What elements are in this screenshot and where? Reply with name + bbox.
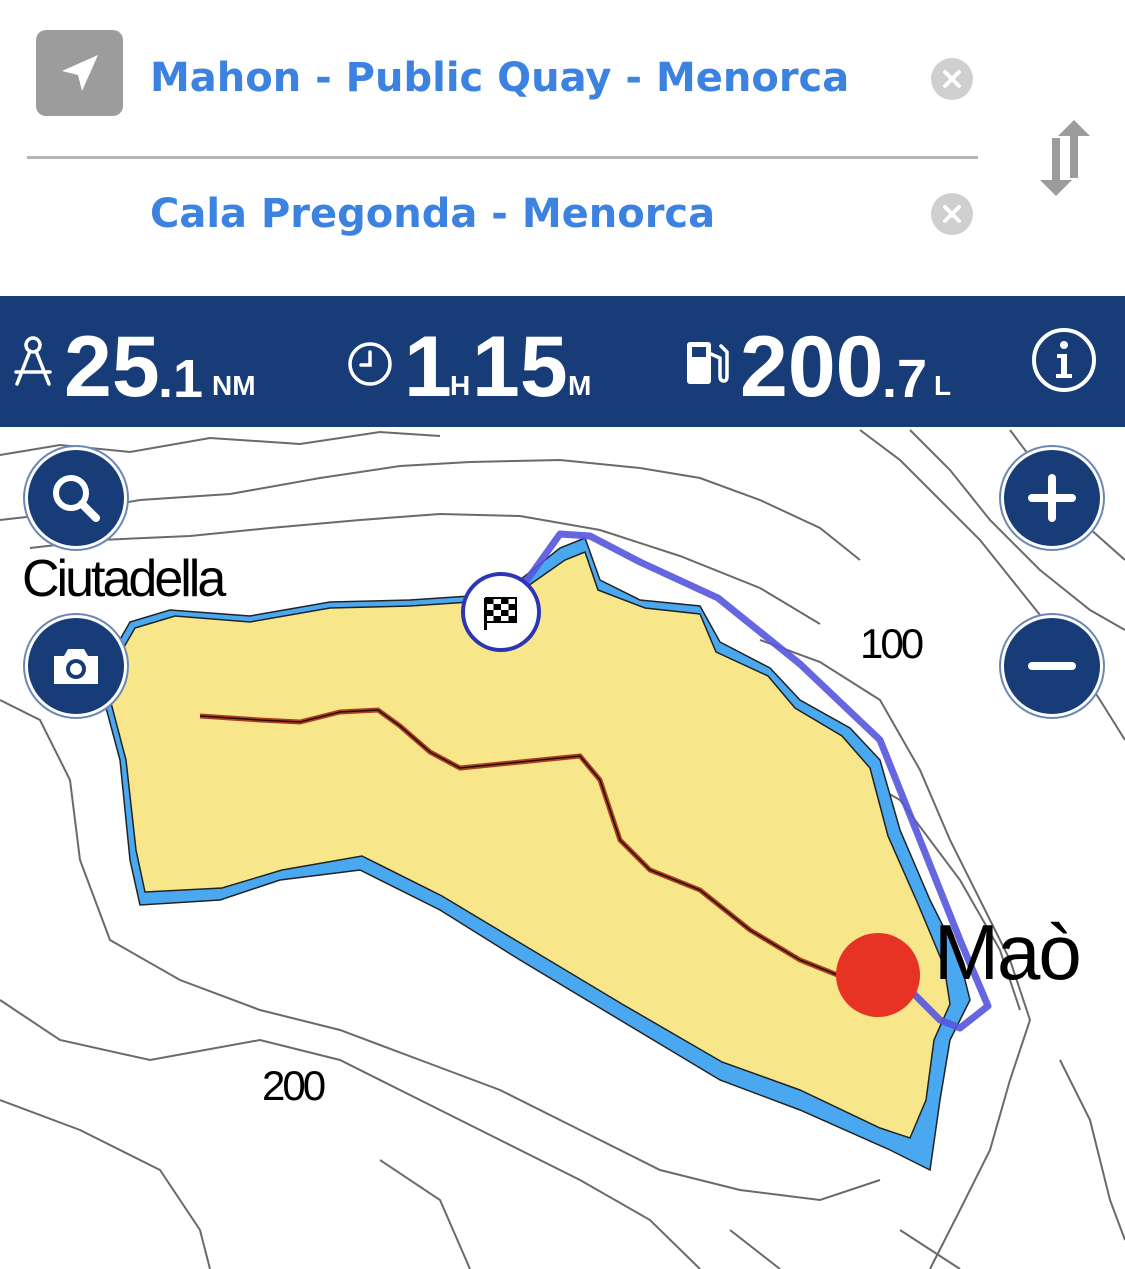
zoom-out-button[interactable] [1001,615,1103,717]
search-button[interactable] [25,447,127,549]
clock-icon [348,342,392,386]
distance-unit: NM [212,370,256,401]
depth-label-200: 200 [262,1062,326,1109]
fuel-stat: 200 .7 L [670,296,990,427]
clear-x-icon [943,205,961,223]
distance-stat: 25 .1 NM [0,296,330,427]
swap-arrows-icon [1040,120,1090,196]
zoom-in-button[interactable] [1001,447,1103,549]
trip-stats-bar: 25 .1 NM 1 H 15 M 200 .7 L [0,296,1125,427]
navigation-arrow-icon [61,55,98,91]
compass-icon [14,336,52,386]
destination-field[interactable]: Cala Pregonda - Menorca [150,191,715,237]
route-panel: Mahon - Public Quay - Menorca Cala Prego… [0,0,1125,296]
info-icon[interactable] [1030,326,1098,394]
locate-button[interactable] [36,30,123,116]
plus-icon [1028,474,1076,522]
fuel-pump-icon [687,342,729,384]
camera-icon [54,649,98,684]
destination-marker[interactable] [461,572,541,652]
town-label-mao: Maò [934,908,1082,996]
clear-destination-button[interactable] [931,193,973,235]
clear-origin-button[interactable] [931,58,973,100]
duration-minutes-unit: M [568,370,592,401]
swap-route-button[interactable] [1030,118,1100,198]
fuel-value: 200 [740,319,884,415]
clear-x-icon [943,70,961,88]
distance-fraction: .1 [158,349,204,409]
depth-label-100: 100 [860,620,924,667]
route-divider [27,156,978,159]
chart-map[interactable]: Ciutadella Maò 100 200 [0,427,1125,1269]
search-icon [53,475,100,522]
town-label-ciutadella: Ciutadella [22,550,226,608]
minus-icon [1028,662,1076,670]
fuel-fraction: .7 [882,349,928,409]
duration-stat: 1 H 15 M [330,296,670,427]
duration-minutes: 15 [472,319,568,415]
duration-hours-unit: H [450,370,471,401]
camera-button[interactable] [25,615,127,717]
origin-marker[interactable] [836,933,920,1017]
fuel-unit: L [934,370,952,401]
distance-value: 25 [64,319,160,415]
duration-hours: 1 [404,319,452,415]
origin-field[interactable]: Mahon - Public Quay - Menorca [150,55,849,101]
